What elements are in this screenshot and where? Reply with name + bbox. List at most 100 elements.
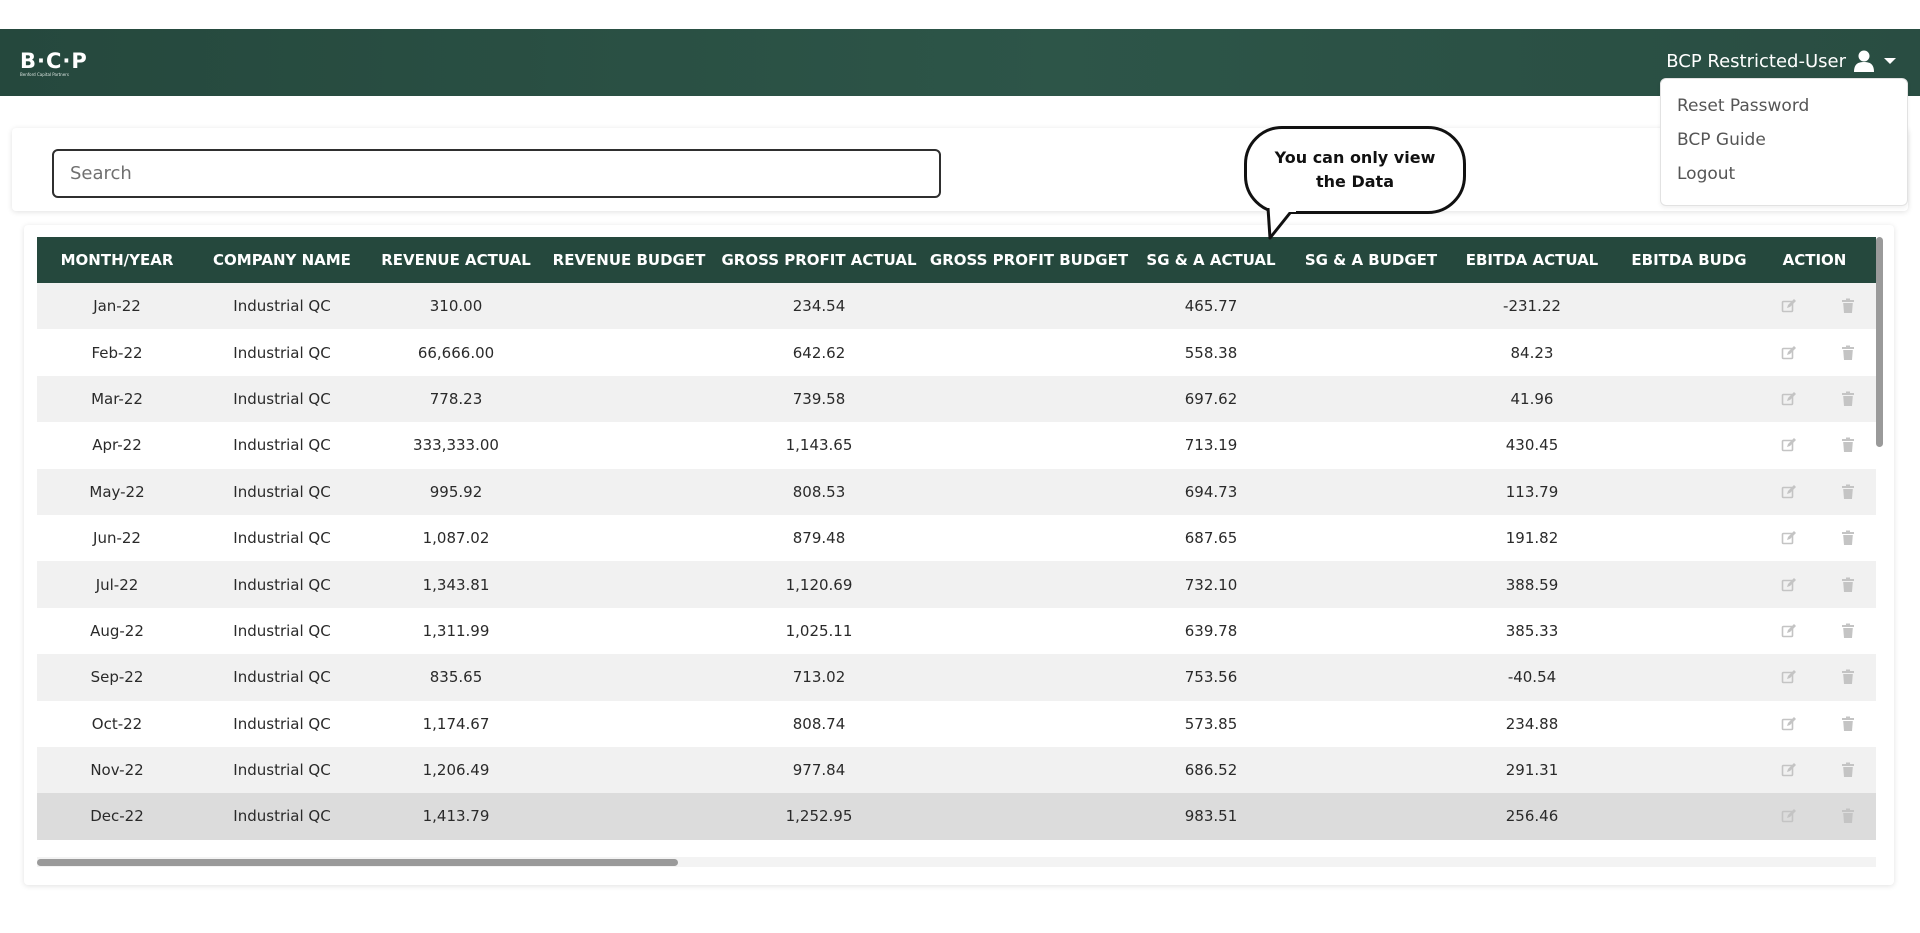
table-cell: 713.02 xyxy=(792,668,846,687)
edit-icon[interactable] xyxy=(1781,577,1797,593)
trash-icon[interactable] xyxy=(1840,437,1856,453)
table-cell: 713.19 xyxy=(1184,436,1238,455)
trash-icon[interactable] xyxy=(1840,530,1856,546)
user-name: BCP Restricted-User xyxy=(1666,50,1846,72)
table-cell: Industrial QC xyxy=(233,436,331,455)
table-cell: 234.54 xyxy=(792,297,846,316)
table-cell xyxy=(1289,376,1453,422)
trash-icon[interactable] xyxy=(1840,298,1856,314)
col-header-ebitda-actual[interactable]: EBITDA ACTUAL xyxy=(1453,237,1611,283)
edit-icon[interactable] xyxy=(1781,530,1797,546)
trash-icon[interactable] xyxy=(1840,669,1856,685)
data-table: MONTH/YEAR COMPANY NAME REVENUE ACTUAL R… xyxy=(37,237,1876,840)
trash-icon[interactable] xyxy=(1840,716,1856,732)
horizontal-scrollbar[interactable] xyxy=(37,857,1876,867)
table-cell xyxy=(545,701,713,747)
table-row[interactable]: Sep-22 Industrial QC 835.65 713.02 753.56 -40… xyxy=(37,654,1876,701)
table-cell xyxy=(545,329,713,375)
table-cell xyxy=(1611,747,1767,793)
table-row[interactable]: Dec-22 Industrial QC 1,413.79 1,252.95 983.5… xyxy=(37,793,1876,840)
action-cell xyxy=(1767,469,1862,515)
table-cell xyxy=(925,561,1133,607)
table-cell xyxy=(1289,608,1453,654)
bcp-logo[interactable]: B·C·P Benford Capital Partners xyxy=(20,50,88,77)
table-cell xyxy=(1611,561,1767,607)
table-cell xyxy=(1289,283,1453,329)
edit-icon[interactable] xyxy=(1781,762,1797,778)
action-cell xyxy=(1767,376,1862,422)
table-cell xyxy=(545,608,713,654)
table-row[interactable]: Mar-22 Industrial QC 778.23 739.58 697.62 41.… xyxy=(37,375,1876,423)
table-cell: 642.62 xyxy=(792,343,846,362)
top-navbar: B·C·P Benford Capital Partners xyxy=(0,29,1920,96)
table-cell: 1,174.67 xyxy=(422,714,490,733)
edit-icon[interactable] xyxy=(1781,808,1797,824)
table-cell: May-22 xyxy=(89,482,145,501)
table-cell: 113.79 xyxy=(1505,482,1559,501)
table-cell xyxy=(1611,608,1767,654)
edit-icon[interactable] xyxy=(1781,716,1797,732)
edit-icon[interactable] xyxy=(1781,298,1797,314)
col-header-sga-actual[interactable]: SG & A ACTUAL xyxy=(1133,237,1289,283)
col-header-revenue-budget[interactable]: REVENUE BUDGET xyxy=(545,237,713,283)
table-row[interactable]: Nov-22 Industrial QC 1,206.49 977.84 686.52 2… xyxy=(37,746,1876,794)
table-row[interactable]: Jan-22 Industrial QC 310.00 234.54 465.77 -23… xyxy=(37,283,1876,330)
table-cell: Nov-22 xyxy=(90,761,144,780)
table-cell: Industrial QC xyxy=(233,668,331,687)
table-row[interactable]: Feb-22 Industrial QC 66,666.00 642.62 558.38… xyxy=(37,329,1876,376)
trash-icon[interactable] xyxy=(1840,577,1856,593)
table-row[interactable]: Jun-22 Industrial QC 1,087.02 879.48 687.65 1… xyxy=(37,514,1876,562)
table-cell: Dec-22 xyxy=(90,807,144,826)
table-cell: 694.73 xyxy=(1184,482,1238,501)
table-cell xyxy=(925,329,1133,375)
table-row[interactable]: Apr-22 Industrial QC 333,333.00 1,143.65 713… xyxy=(37,422,1876,469)
table-cell xyxy=(925,701,1133,747)
edit-icon[interactable] xyxy=(1781,437,1797,453)
col-header-ebitda-budget[interactable]: EBITDA BUDG xyxy=(1611,237,1767,283)
trash-icon[interactable] xyxy=(1840,391,1856,407)
trash-icon[interactable] xyxy=(1840,762,1856,778)
user-menu-toggle[interactable]: BCP Restricted-User xyxy=(1666,50,1896,72)
col-header-gross-profit-actual[interactable]: GROSS PROFIT ACTUAL xyxy=(713,237,925,283)
table-cell: 1,120.69 xyxy=(785,575,853,594)
table-cell: 1,311.99 xyxy=(422,621,490,640)
col-header-month-year[interactable]: MONTH/YEAR xyxy=(37,237,197,283)
table-cell: 465.77 xyxy=(1184,297,1238,316)
edit-icon[interactable] xyxy=(1781,623,1797,639)
table-row[interactable]: Jul-22 Industrial QC 1,343.81 1,120.69 732.1… xyxy=(37,561,1876,608)
edit-icon[interactable] xyxy=(1781,669,1797,685)
table-cell xyxy=(1289,469,1453,515)
trash-icon[interactable] xyxy=(1840,808,1856,824)
table-cell: 430.45 xyxy=(1505,436,1559,455)
table-cell: 778.23 xyxy=(429,389,483,408)
table-cell: 191.82 xyxy=(1505,529,1559,548)
table-row[interactable]: Aug-22 Industrial QC 1,311.99 1,025.11 639.7… xyxy=(37,607,1876,655)
table-row[interactable]: May-22 Industrial QC 995.92 808.53 694.73 113… xyxy=(37,468,1876,515)
table-cell xyxy=(545,283,713,329)
vertical-scrollbar-thumb[interactable] xyxy=(1876,237,1883,447)
edit-icon[interactable] xyxy=(1781,345,1797,361)
action-cell xyxy=(1767,747,1862,793)
trash-icon[interactable] xyxy=(1840,484,1856,500)
bcp-guide-menu-item[interactable]: BCP Guide xyxy=(1661,129,1907,163)
table-cell: 697.62 xyxy=(1184,389,1238,408)
col-header-company-name[interactable]: COMPANY NAME xyxy=(197,237,367,283)
action-cell xyxy=(1767,422,1862,468)
table-cell: Jun-22 xyxy=(93,529,141,548)
table-cell: Oct-22 xyxy=(91,714,143,733)
trash-icon[interactable] xyxy=(1840,345,1856,361)
col-header-revenue-actual[interactable]: REVENUE ACTUAL xyxy=(367,237,545,283)
table-cell: 310.00 xyxy=(429,297,483,316)
edit-icon[interactable] xyxy=(1781,484,1797,500)
search-input[interactable] xyxy=(52,149,941,198)
reset-password-menu-item[interactable]: Reset Password xyxy=(1661,95,1907,129)
horizontal-scrollbar-thumb[interactable] xyxy=(37,859,678,866)
table-cell xyxy=(1289,793,1453,839)
col-header-sga-budget[interactable]: SG & A BUDGET xyxy=(1289,237,1453,283)
table-cell: 256.46 xyxy=(1505,807,1559,826)
logout-menu-item[interactable]: Logout xyxy=(1661,163,1907,197)
trash-icon[interactable] xyxy=(1840,623,1856,639)
table-row[interactable]: Oct-22 Industrial QC 1,174.67 808.74 573.85 2… xyxy=(37,700,1876,747)
col-header-gross-profit-budget[interactable]: GROSS PROFIT BUDGET xyxy=(925,237,1133,283)
edit-icon[interactable] xyxy=(1781,391,1797,407)
